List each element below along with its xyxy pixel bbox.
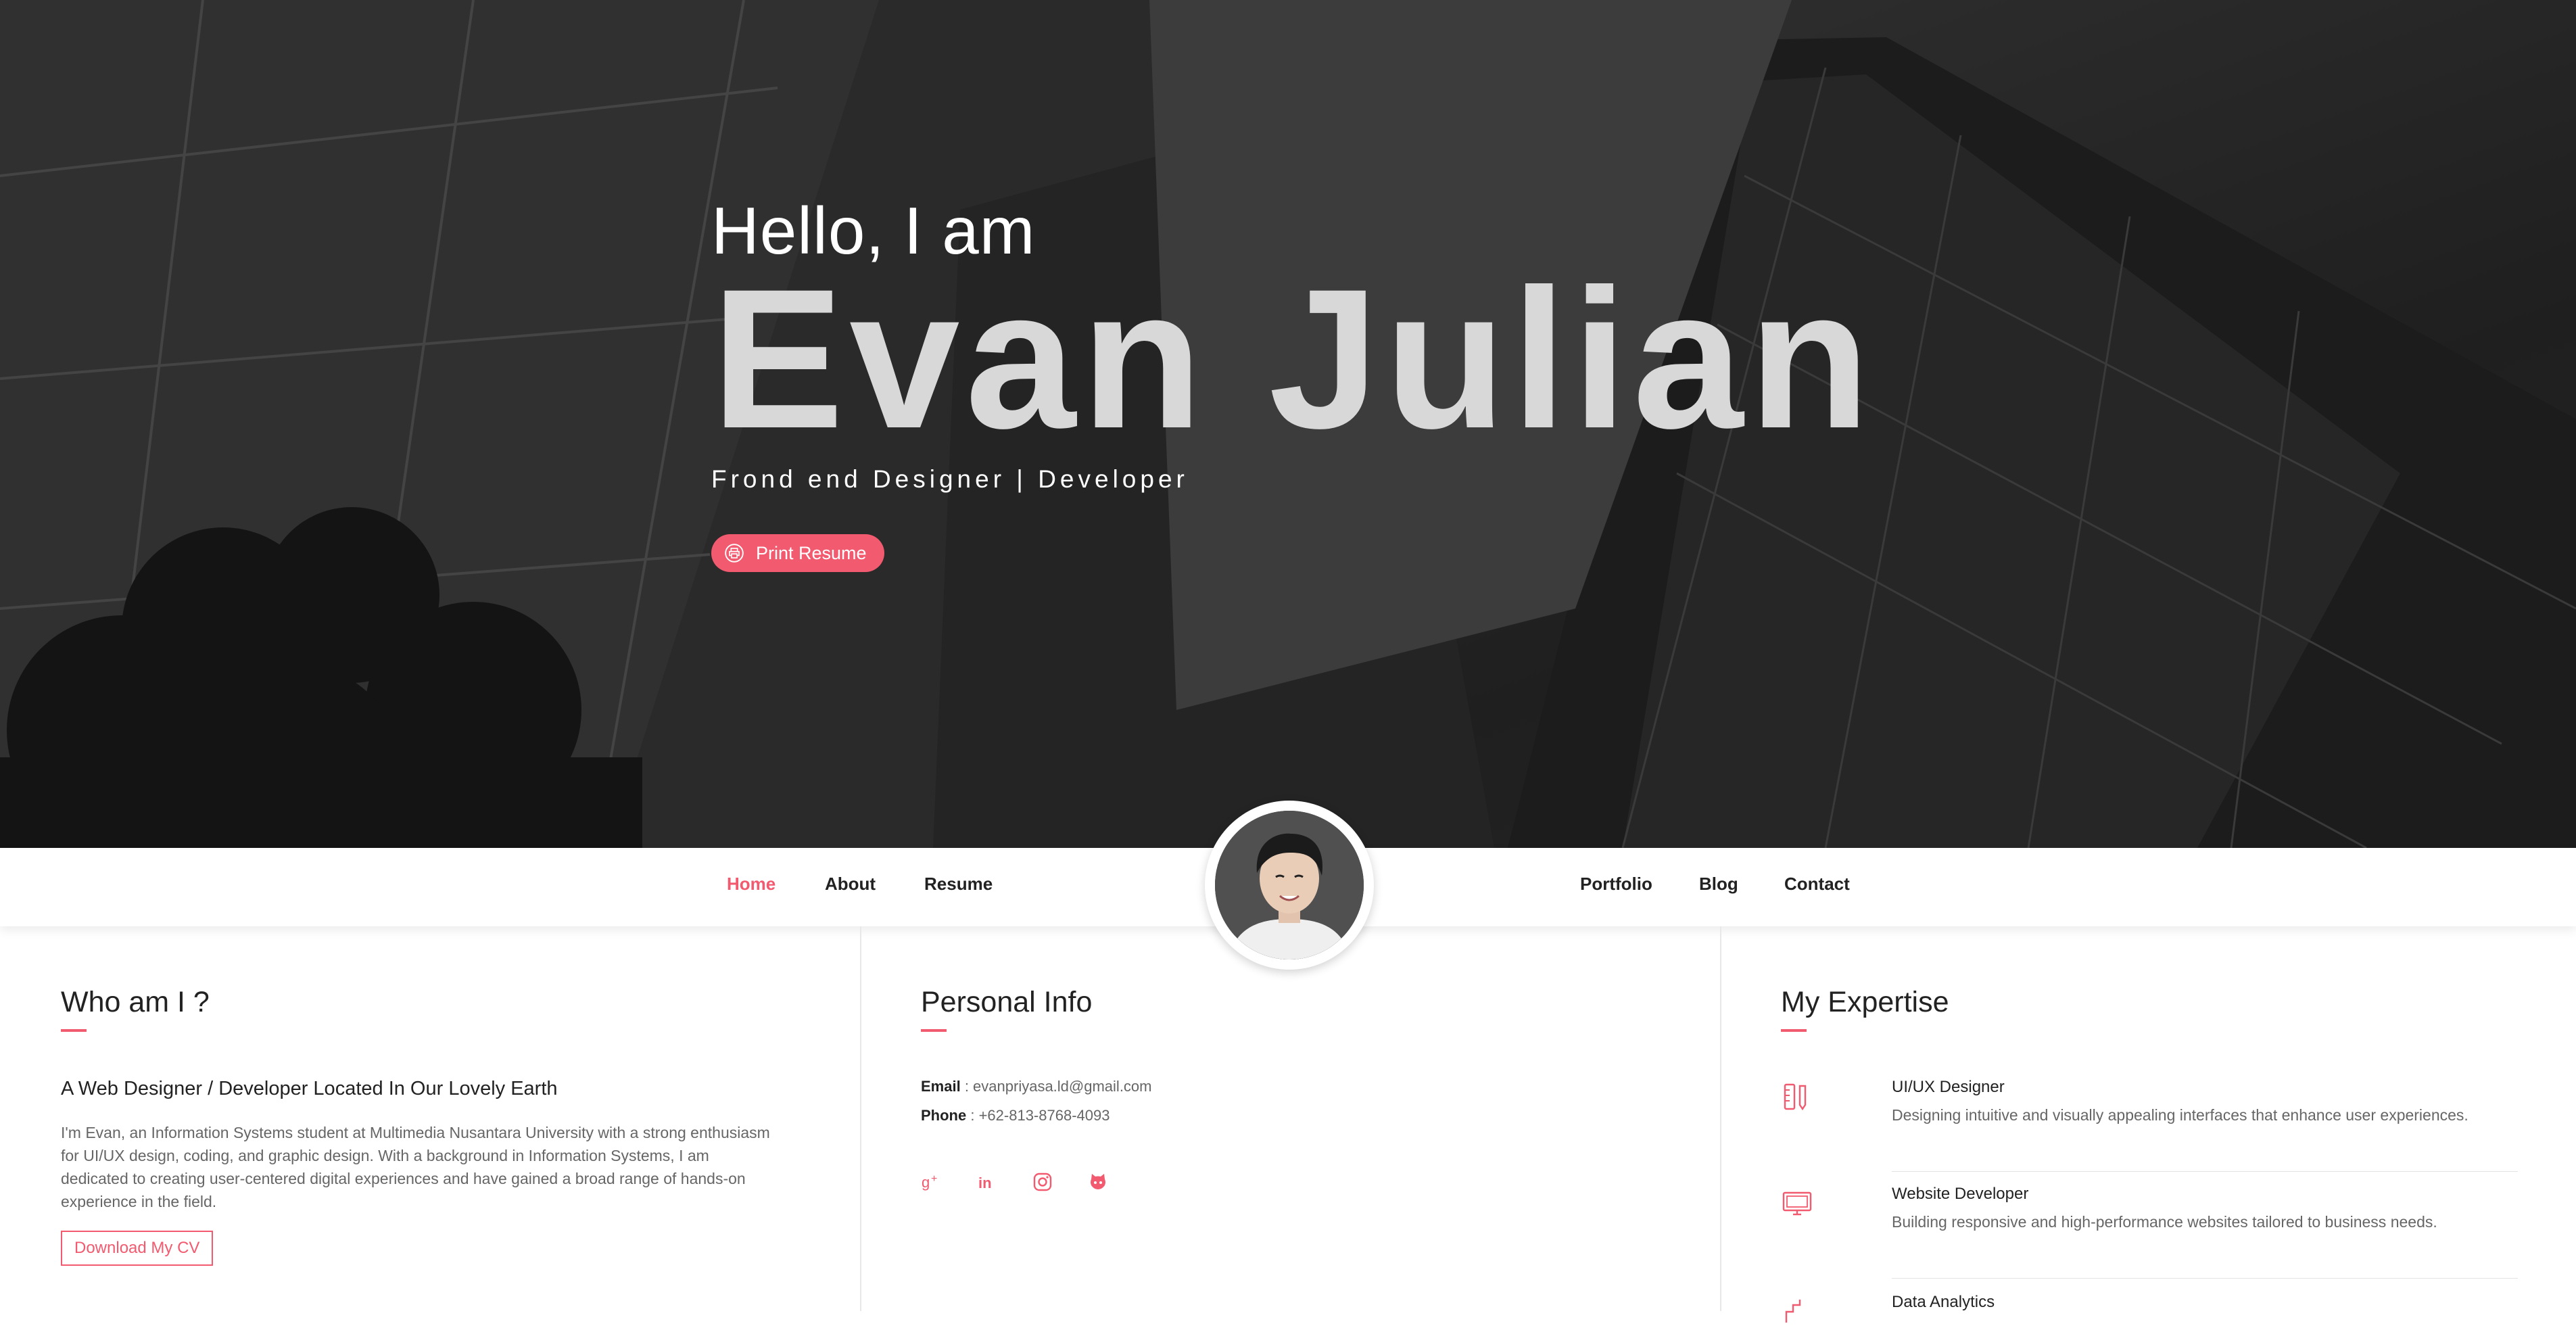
expertise-title-web: Website Developer <box>1892 1185 2029 1203</box>
my-expertise-section: My Expertise UI/UX Designer Designing in… <box>1720 926 2576 1323</box>
hero-content: Hello, I am Evan Julian Frond end Design… <box>711 197 1876 572</box>
profile-photo <box>1215 811 1364 959</box>
phone-value: +62-813-8768-4093 <box>978 1107 1110 1124</box>
personal-info-section: Personal Info Email : evanpriyasa.ld@gma… <box>860 926 1721 1311</box>
design-tools-icon <box>1784 1083 1807 1111</box>
who-title-underline <box>61 1029 87 1032</box>
expertise-underline <box>1781 1029 1807 1032</box>
email-label: Email <box>921 1078 961 1095</box>
nav-portfolio[interactable]: Portfolio <box>1580 874 1652 895</box>
svg-text:+: + <box>931 1173 937 1185</box>
expertise-title-uiux: UI/UX Designer <box>1892 1078 2005 1096</box>
phone-row: Phone : +62-813-8768-4093 <box>921 1107 1110 1124</box>
who-title: Who am I ? <box>61 986 210 1018</box>
nav-resume[interactable]: Resume <box>924 874 993 895</box>
expertise-item-uiux: UI/UX Designer Designing intuitive and v… <box>1781 1078 2525 1159</box>
chart-icon <box>1785 1300 1801 1323</box>
github-icon[interactable] <box>1087 1171 1109 1193</box>
expertise-title-data: Data Analytics <box>1892 1293 1995 1311</box>
expertise-desc-uiux: Designing intuitive and visually appeali… <box>1892 1106 2468 1124</box>
phone-label: Phone <box>921 1107 967 1124</box>
download-cv-button[interactable]: Download My CV <box>61 1231 214 1266</box>
email-row: Email : evanpriyasa.ld@gmail.com <box>921 1078 1152 1095</box>
expertise-desc-web: Building responsive and high-performance… <box>1892 1213 2437 1231</box>
expertise-item-web: Website Developer Building responsive an… <box>1781 1185 2525 1266</box>
google-plus-icon[interactable]: g + <box>921 1171 943 1193</box>
svg-text:in: in <box>978 1175 992 1191</box>
who-subtitle: A Web Designer / Developer Located In Ou… <box>61 1078 558 1099</box>
hero-name: Evan Julian <box>711 248 1876 470</box>
nav-blog[interactable]: Blog <box>1699 874 1738 895</box>
hero-section: Hello, I am Evan Julian Frond end Design… <box>0 0 2576 848</box>
email-value[interactable]: evanpriyasa.ld@gmail.com <box>973 1078 1151 1095</box>
who-description: I'm Evan, an Information Systems student… <box>61 1124 770 1210</box>
monitor-icon <box>1782 1191 1812 1216</box>
personal-info-underline <box>921 1029 947 1032</box>
expertise-divider <box>1892 1278 2518 1279</box>
expertise-title: My Expertise <box>1781 986 1949 1018</box>
print-resume-button[interactable]: Print Resume <box>711 534 884 572</box>
instagram-icon[interactable] <box>1032 1171 1053 1193</box>
svg-text:g: g <box>922 1174 930 1191</box>
social-links: g + in <box>921 1171 1109 1193</box>
expertise-divider <box>1892 1171 2518 1172</box>
print-resume-label: Print Resume <box>756 542 867 563</box>
linkedin-icon[interactable]: in <box>976 1171 998 1193</box>
personal-info-title: Personal Info <box>921 986 1093 1018</box>
nav-about[interactable]: About <box>825 874 876 895</box>
nav-contact[interactable]: Contact <box>1784 874 1850 895</box>
who-am-i-section: Who am I ? A Web Designer / Developer Lo… <box>0 926 861 1311</box>
profile-avatar <box>1205 801 1374 970</box>
expertise-item-data: Data Analytics <box>1781 1293 2525 1323</box>
printer-icon <box>725 544 744 563</box>
nav-home[interactable]: Home <box>727 874 776 895</box>
